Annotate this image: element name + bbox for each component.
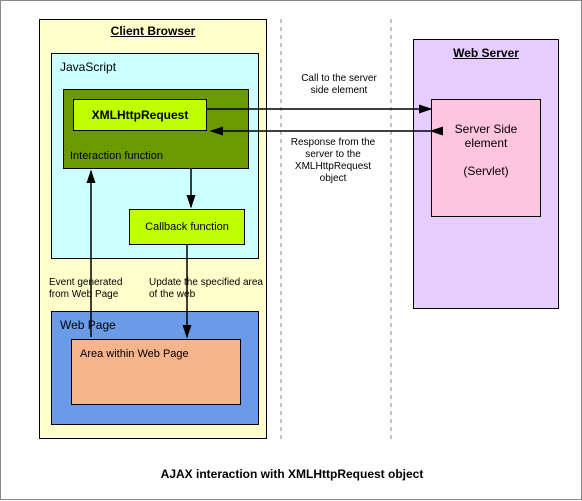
diagram-caption: AJAX interaction with XMLHttpRequest obj… bbox=[1, 467, 582, 481]
server-side-element-label: Server Side element bbox=[432, 122, 540, 150]
callback-function-box: Callback function bbox=[129, 209, 245, 245]
diagram-canvas: Client Browser JavaScript Interaction fu… bbox=[0, 0, 582, 500]
xmlhttprequest-label: XMLHttpRequest bbox=[92, 108, 189, 122]
response-label: Response from the server to the XMLHttpR… bbox=[283, 137, 383, 185]
interaction-function-label: Interaction function bbox=[70, 150, 163, 162]
event-label: Event generated from Web Page bbox=[49, 277, 144, 301]
web-page-area-label: Area within Web Page bbox=[80, 348, 190, 360]
javascript-title: JavaScript bbox=[60, 60, 258, 74]
xmlhttprequest-box: XMLHttpRequest bbox=[73, 99, 207, 131]
web-page-title: Web Page bbox=[60, 318, 258, 332]
server-side-element-sub: (Servlet) bbox=[432, 164, 540, 178]
call-label: Call to the server side element bbox=[299, 73, 379, 97]
server-side-element-box: Server Side element (Servlet) bbox=[431, 99, 541, 217]
callback-function-label: Callback function bbox=[145, 221, 229, 233]
web-page-area-box: Area within Web Page bbox=[71, 339, 241, 405]
update-label: Update the specified area of the web bbox=[149, 277, 269, 301]
web-server-title: Web Server bbox=[414, 46, 558, 60]
client-browser-title: Client Browser bbox=[40, 24, 266, 38]
